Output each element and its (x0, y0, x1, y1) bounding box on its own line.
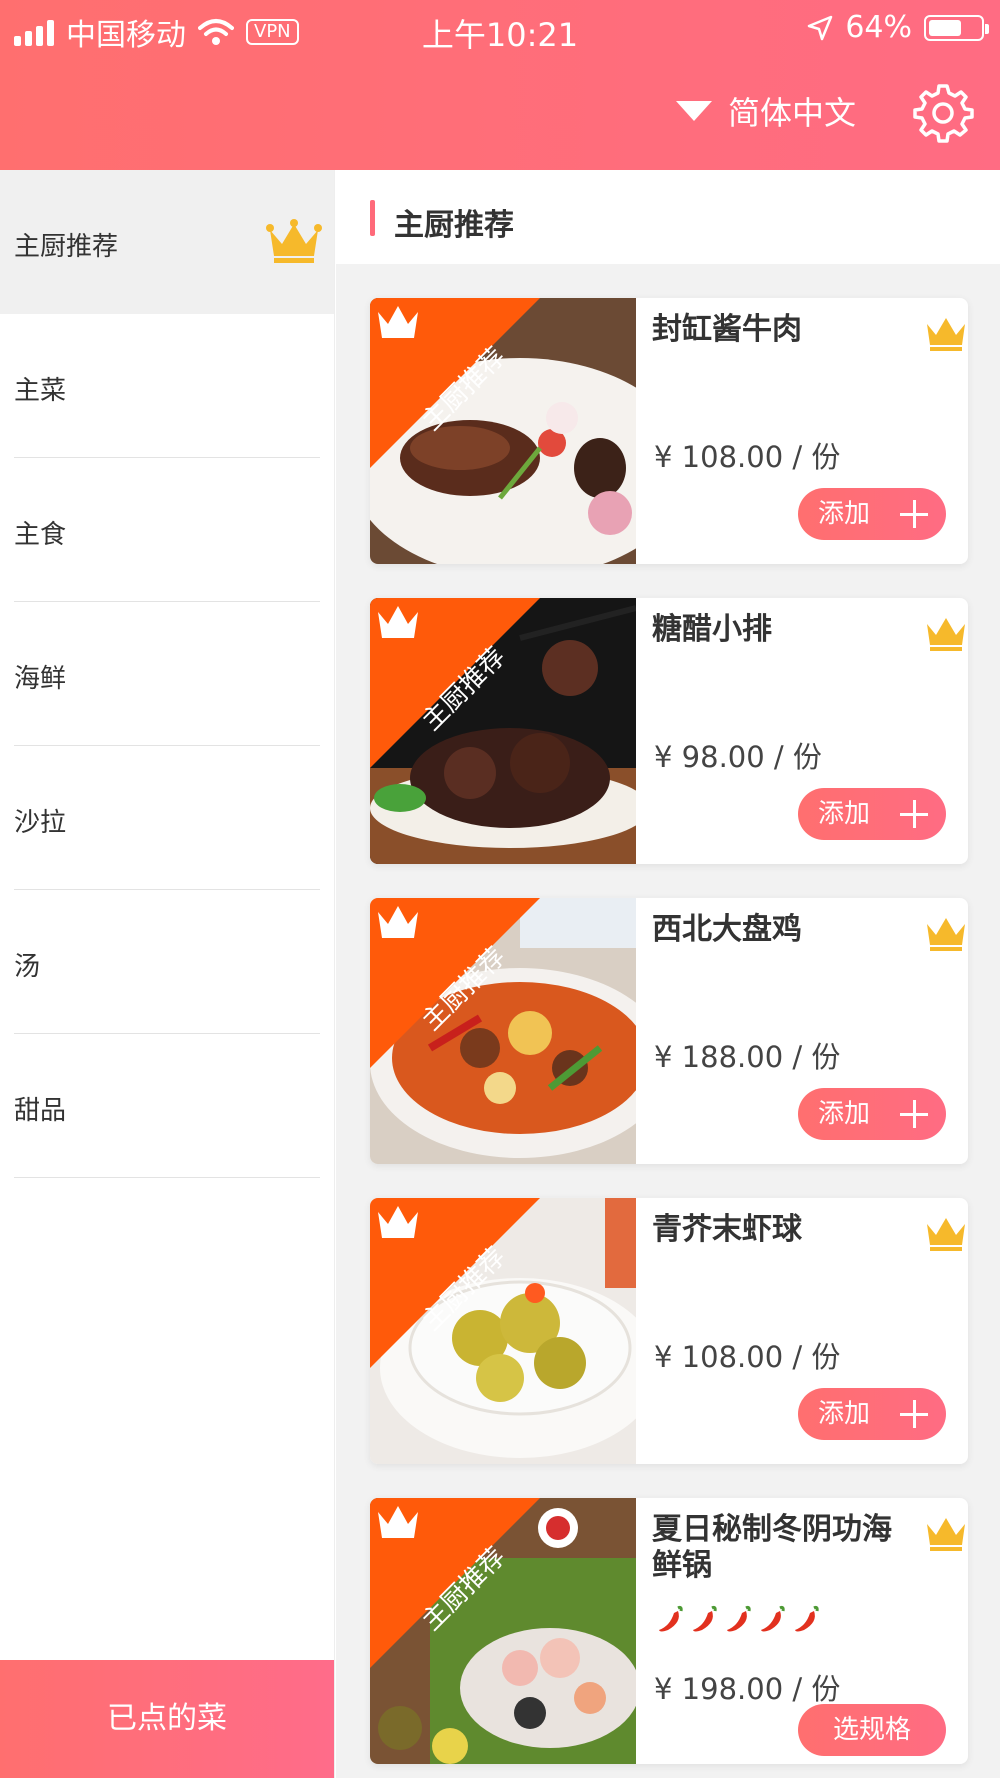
sidebar-item-label: 海鲜 (14, 664, 67, 694)
chili-icon (693, 1605, 717, 1632)
sidebar-item-label: 沙拉 (14, 808, 67, 838)
ordered-dishes-button[interactable]: 已点的菜 (0, 1660, 334, 1778)
sidebar-item-label: 汤 (14, 952, 41, 982)
dish-price: ¥ 98.00 / 份 (654, 740, 822, 774)
sidebar-item-chef-recommend[interactable]: 主厨推荐 (0, 170, 334, 314)
plus-icon (900, 1100, 928, 1128)
chili-icon (659, 1605, 683, 1632)
dish-card[interactable]: 主厨推荐 青芥末虾球 ¥ 108.00 / 份 添加 (370, 1198, 968, 1464)
app-header: 中国移动 VPN 上午10:21 64% 简体中文 (0, 0, 1000, 170)
sidebar-item-seafood[interactable]: 海鲜 (0, 602, 334, 746)
add-button[interactable]: 添加 (798, 1088, 946, 1140)
battery-percent: 64% (845, 10, 912, 45)
spice-level (656, 1604, 820, 1634)
add-button-label: 添加 (818, 799, 871, 829)
dish-photo: 主厨推荐 (370, 598, 636, 864)
dish-price: ¥ 108.00 / 份 (654, 1340, 841, 1374)
add-button[interactable]: 添加 (798, 1388, 946, 1440)
sidebar-item-label: 甜品 (14, 1096, 67, 1126)
sidebar-item-staple[interactable]: 主食 (0, 458, 334, 602)
chili-icon (761, 1605, 785, 1632)
select-spec-label: 选规格 (832, 1715, 911, 1745)
sidebar-item-label: 主食 (14, 520, 67, 550)
dish-price: ¥ 198.00 / 份 (654, 1672, 841, 1706)
crown-icon (266, 219, 322, 263)
sidebar-item-label: 主厨推荐 (14, 232, 119, 262)
dish-card[interactable]: 主厨推荐 西北大盘鸡 ¥ 188.00 / 份 添加 (370, 898, 968, 1164)
dish-card[interactable]: 主厨推荐 夏日秘制冬阴功海鲜锅 ¥ 198.00 / 份 选规格 (370, 1498, 968, 1764)
gear-icon[interactable] (912, 82, 974, 144)
sidebar-item-soup[interactable]: 汤 (0, 890, 334, 1034)
add-button[interactable]: 添加 (798, 788, 946, 840)
language-label: 简体中文 (728, 94, 857, 132)
sidebar-item-dessert[interactable]: 甜品 (0, 1034, 334, 1178)
chili-icon (727, 1605, 751, 1632)
section-title: 主厨推荐 (394, 208, 514, 243)
category-sidebar: 主厨推荐 主菜 主食 海鲜 沙拉 汤 甜品 (0, 170, 335, 1778)
crown-icon (927, 318, 965, 351)
location-arrow-icon (808, 15, 833, 40)
add-button-label: 添加 (818, 1099, 871, 1129)
dish-name: 糖醋小排 (652, 612, 772, 647)
sidebar-item-salad[interactable]: 沙拉 (0, 746, 334, 890)
plus-icon (900, 500, 928, 528)
dish-card[interactable]: 主厨推荐 封缸酱牛肉 ¥ 108.00 / 份 添加 (370, 298, 968, 564)
dish-name: 西北大盘鸡 (652, 912, 802, 947)
crown-icon (927, 918, 965, 951)
dish-photo: 主厨推荐 (370, 1498, 636, 1764)
status-bar: 中国移动 VPN 上午10:21 64% (0, 0, 1000, 56)
add-button[interactable]: 添加 (798, 488, 946, 540)
plus-icon (900, 800, 928, 828)
language-selector[interactable]: 简体中文 (676, 88, 856, 134)
add-button-label: 添加 (818, 1399, 871, 1429)
divider (14, 1177, 320, 1178)
crown-icon (927, 1518, 965, 1551)
sidebar-item-main-dish[interactable]: 主菜 (0, 314, 334, 458)
dish-name: 青芥末虾球 (652, 1212, 802, 1247)
dish-photo: 主厨推荐 (370, 898, 636, 1164)
dish-name: 封缸酱牛肉 (652, 312, 802, 347)
dish-price: ¥ 188.00 / 份 (654, 1040, 841, 1074)
select-spec-button[interactable]: 选规格 (798, 1704, 946, 1756)
section-accent-bar (370, 200, 375, 236)
dish-name: 夏日秘制冬阴功海鲜锅 (652, 1512, 892, 1583)
dish-list: 主厨推荐 主厨推荐 封缸酱牛肉 ¥ 108.00 / 份 添加 主厨推荐 糖醋小… (336, 170, 1000, 1778)
chili-icon (795, 1605, 819, 1632)
dish-price: ¥ 108.00 / 份 (654, 440, 841, 474)
battery-icon (924, 14, 989, 41)
crown-icon (927, 618, 965, 651)
triangle-down-icon (676, 101, 712, 121)
dish-photo: 主厨推荐 (370, 298, 636, 564)
plus-icon (900, 1400, 928, 1428)
crown-icon (927, 1218, 965, 1251)
dish-card[interactable]: 主厨推荐 糖醋小排 ¥ 98.00 / 份 添加 (370, 598, 968, 864)
section-header: 主厨推荐 (336, 170, 1000, 264)
sidebar-item-label: 主菜 (14, 376, 67, 406)
add-button-label: 添加 (818, 499, 871, 529)
dish-photo: 主厨推荐 (370, 1198, 636, 1464)
